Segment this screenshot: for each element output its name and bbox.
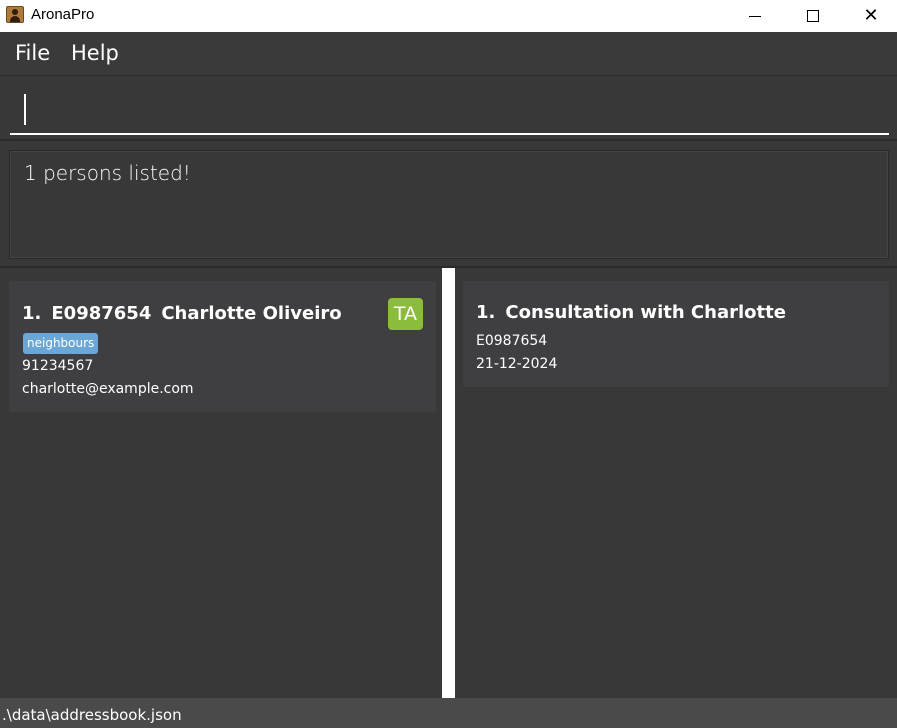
person-card-title: 1. E0987654 Charlotte Oliveiro xyxy=(22,303,342,324)
result-display: 1 persons listed! xyxy=(9,150,889,259)
appointment-student-id: E0987654 xyxy=(476,333,548,349)
person-name: Charlotte Oliveiro xyxy=(161,303,342,324)
minimize-icon xyxy=(749,15,761,17)
window-title-bar: AronaPro ✕ xyxy=(0,0,897,32)
person-student-id: E0987654 xyxy=(51,303,152,324)
person-card[interactable]: 1. E0987654 Charlotte Oliveiro TA neighbou… xyxy=(9,281,436,412)
status-bar: .\data\addressbook.json xyxy=(0,698,897,728)
appointment-index: 1. xyxy=(476,302,496,323)
close-button[interactable]: ✕ xyxy=(842,0,897,32)
person-email: charlotte@example.com xyxy=(22,381,194,397)
maximize-icon xyxy=(807,10,819,22)
appointment-list-panel[interactable]: 1. Consultation with Charlotte E0987654 2… xyxy=(455,268,897,698)
appointment-card[interactable]: 1. Consultation with Charlotte E0987654 2… xyxy=(463,281,889,387)
appointment-title: Consultation with Charlotte xyxy=(505,302,786,323)
role-badge: TA xyxy=(388,298,423,330)
appointment-date: 21-12-2024 xyxy=(476,356,558,372)
person-index: 1. xyxy=(22,303,42,324)
window-title: AronaPro xyxy=(31,6,95,23)
save-file-path: .\data\addressbook.json xyxy=(2,706,182,724)
person-phone: 91234567 xyxy=(22,358,94,374)
minimize-button[interactable] xyxy=(726,0,784,32)
appointment-card-title: 1. Consultation with Charlotte xyxy=(476,302,786,323)
menu-bar: File Help xyxy=(0,32,897,76)
command-box-container xyxy=(0,77,897,141)
menu-help[interactable]: Help xyxy=(71,41,119,65)
menu-file[interactable]: File xyxy=(15,41,50,65)
person-list-panel[interactable]: 1. E0987654 Charlotte Oliveiro TA neighbou… xyxy=(0,268,442,698)
close-icon: ✕ xyxy=(863,5,879,26)
result-message: 1 persons listed! xyxy=(24,161,191,185)
split-pane-divider[interactable] xyxy=(442,268,455,698)
maximize-button[interactable] xyxy=(784,0,842,32)
command-input[interactable] xyxy=(10,87,889,135)
address-book-icon xyxy=(6,6,24,23)
text-cursor xyxy=(24,94,26,125)
tag-label: neighbours xyxy=(23,333,99,354)
